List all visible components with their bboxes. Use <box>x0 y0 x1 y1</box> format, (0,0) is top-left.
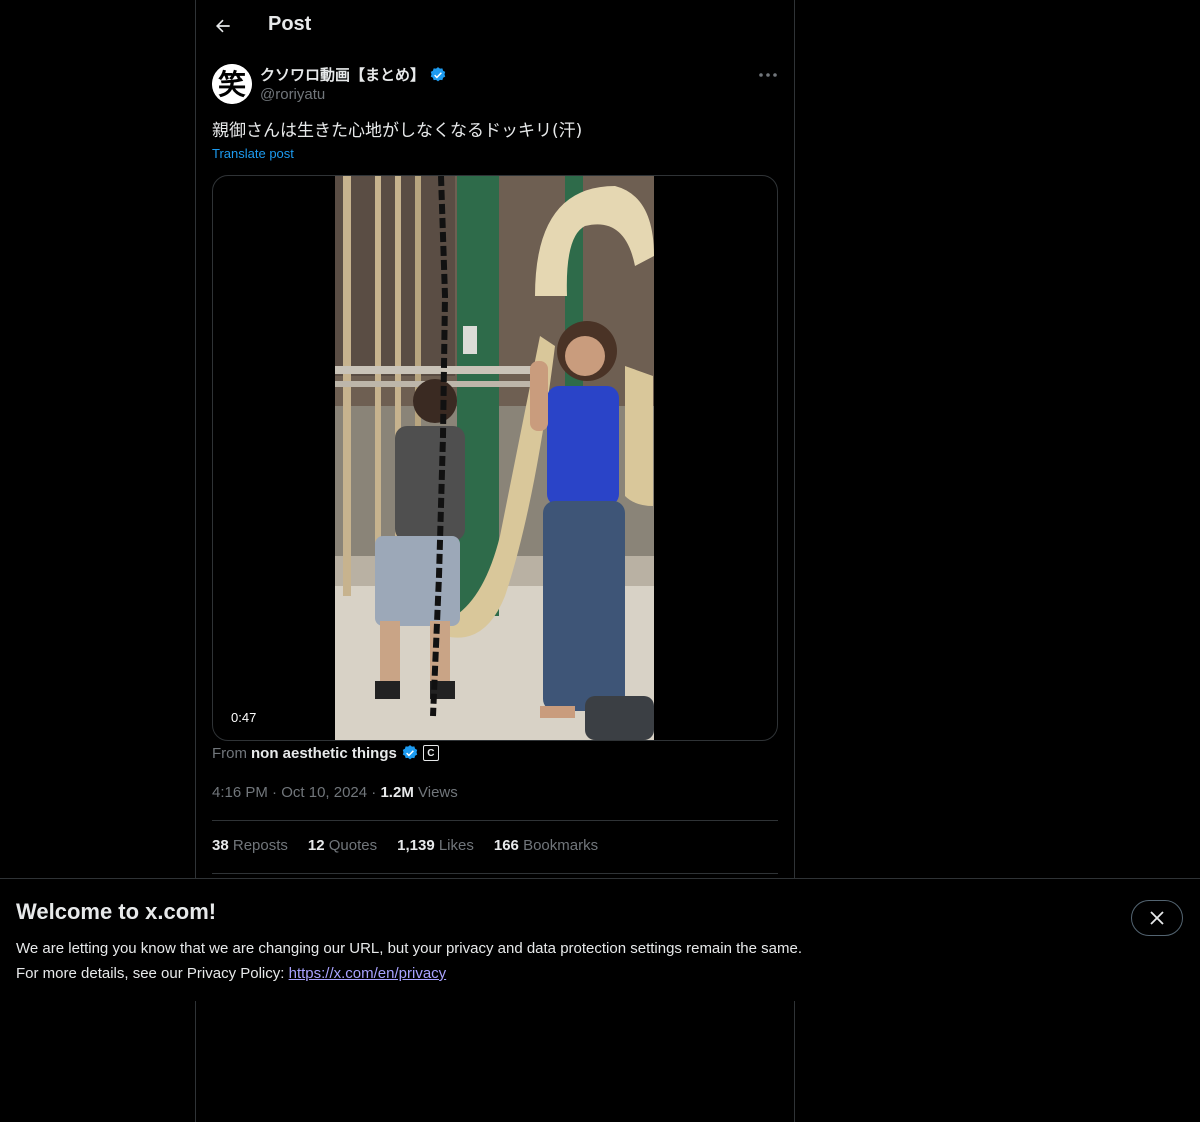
reposts-stat[interactable]: 38 Reposts <box>212 837 288 854</box>
reposts-label: Reposts <box>232 837 288 854</box>
translate-post-link[interactable]: Translate post <box>212 146 294 161</box>
verified-badge-icon <box>430 66 446 81</box>
avatar-image: 笑 <box>212 64 252 104</box>
bookmarks-label: Bookmarks <box>523 837 599 854</box>
bookmarks-stat[interactable]: 166 Bookmarks <box>494 837 598 854</box>
author-name-text: クソワロ動画【まとめ】 <box>260 66 426 84</box>
video-frame <box>335 176 654 740</box>
post-time[interactable]: 4:16 PM <box>212 784 268 801</box>
likes-label: Likes <box>438 837 474 854</box>
banner-title: Welcome to x.com! <box>16 899 217 924</box>
verified-badge-icon <box>402 745 418 760</box>
likes-count: 1,139 <box>397 837 435 854</box>
avatar[interactable]: 笑 <box>212 64 252 104</box>
reposts-count: 38 <box>212 837 229 854</box>
post-date[interactable]: Oct 10, 2024 <box>281 784 367 801</box>
more-horizontal-icon <box>759 73 777 77</box>
page-title: Post <box>268 13 312 35</box>
affiliate-badge: C <box>422 745 439 761</box>
likes-stat[interactable]: 1,139 Likes <box>397 837 474 854</box>
views-label: Views <box>418 784 458 801</box>
views-count: 1.2M <box>380 784 414 801</box>
arrow-left-icon <box>216 19 230 33</box>
quotes-stat[interactable]: 12 Quotes <box>308 837 377 854</box>
source-name[interactable]: non aesthetic things <box>251 745 397 762</box>
author-handle[interactable]: @roriyatu <box>260 86 325 103</box>
close-banner-button[interactable] <box>1131 900 1183 936</box>
bookmarks-count: 166 <box>493 837 519 854</box>
more-options-button[interactable] <box>756 64 780 86</box>
close-icon <box>1150 911 1164 925</box>
video-source[interactable]: From non aesthetic things C <box>212 744 439 762</box>
author-name[interactable]: クソワロ動画【まとめ】 <box>260 64 447 85</box>
quotes-label: Quotes <box>328 837 378 854</box>
header-bar: Post <box>196 0 794 54</box>
banner-body: We are letting you know that we are chan… <box>16 936 1016 986</box>
meta-separator: · <box>272 784 278 801</box>
engagement-stats: 38 Reposts 12 Quotes 1,139 Likes 166 Boo… <box>212 837 598 854</box>
meta-separator: · <box>371 784 377 801</box>
welcome-banner: Welcome to x.com! We are letting you kno… <box>0 878 1200 1001</box>
post-text: 親御さんは生きた心地がしなくなるドッキリ(汗) <box>212 121 583 141</box>
banner-line: We are letting you know that we are chan… <box>16 940 802 957</box>
post-meta: 4:16 PM · Oct 10, 2024 · 1.2M Views <box>212 784 458 801</box>
video-player[interactable]: 0:47 <box>212 175 778 741</box>
divider <box>212 873 778 874</box>
avatar-glyph: 笑 <box>218 68 246 101</box>
back-button[interactable] <box>206 9 240 43</box>
video-duration: 0:47 <box>225 708 263 727</box>
source-prefix: From <box>212 744 247 762</box>
quotes-count: 12 <box>307 837 325 854</box>
divider <box>212 820 778 821</box>
banner-line-prefix: For more details, see our Privacy Policy… <box>16 965 285 982</box>
banner-line: For more details, see our Privacy Policy… <box>16 961 1016 986</box>
privacy-policy-link[interactable]: https://x.com/en/privacy <box>289 965 447 982</box>
